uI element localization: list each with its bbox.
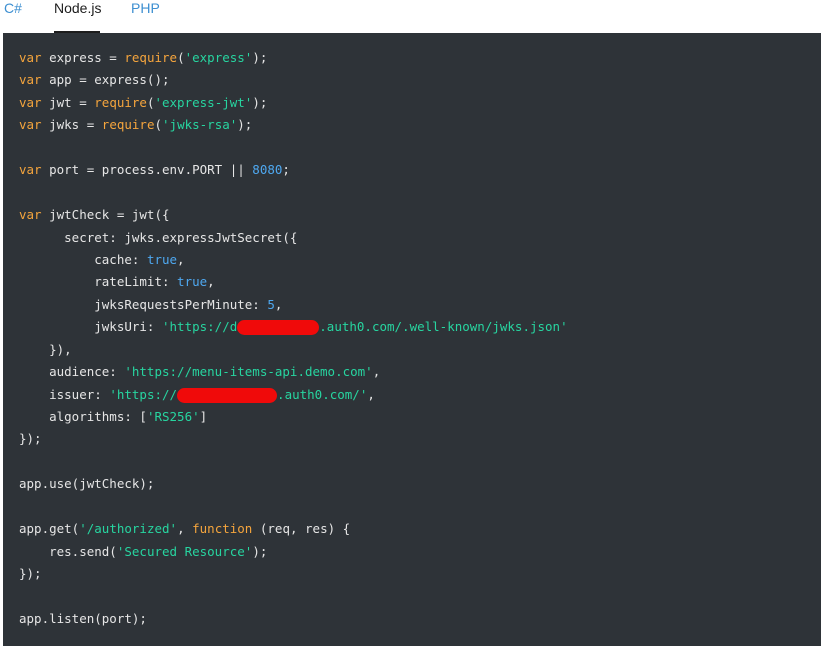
code-line: algorithms: ['RS256'] (19, 409, 208, 424)
tab-nodejs[interactable]: Node.js (54, 0, 101, 33)
tab-csharp[interactable]: C# (4, 0, 22, 33)
code-line: app.get('/authorized', function (req, re… (19, 521, 351, 537)
code-line: app.use(jwtCheck); (19, 476, 155, 492)
tab-php[interactable]: PHP (131, 0, 160, 33)
redaction-mark (237, 320, 320, 336)
code-line: jwksUri: 'https://d .auth0.com/.well-know… (19, 319, 568, 336)
code-line: var app = express(); (19, 72, 170, 88)
code-line: issuer: 'https://.auth0.com/', (19, 386, 375, 403)
code-line: audience: 'https://menu-items-api.demo.c… (19, 364, 381, 380)
redaction-mark (177, 387, 278, 403)
code-line: }); (19, 566, 42, 582)
code-content: var express = require('express'); var ap… (19, 47, 568, 630)
code-block[interactable]: var express = require('express'); var ap… (3, 33, 821, 646)
code-line: var jwks = require('jwks-rsa'); (19, 117, 253, 133)
code-line: }), (19, 341, 72, 357)
code-line: }); (19, 431, 42, 447)
code-line: jwksRequestsPerMinute: 5, (19, 296, 283, 312)
code-line: var port = process.env.PORT || 8080; (19, 162, 290, 178)
code-line: var jwt = require('express-jwt'); (19, 94, 268, 110)
code-line: rateLimit: true, (19, 274, 215, 290)
code-line: res.send('Secured Resource'); (19, 543, 268, 559)
code-line: var jwtCheck = jwt({ (19, 207, 170, 223)
language-tabs: C# Node.js PHP (0, 0, 825, 33)
code-line: secret: jwks.expressJwtSecret({ (19, 229, 298, 245)
code-line: var express = require('express'); (19, 50, 268, 65)
code-line: app.listen(port); (19, 610, 147, 626)
code-line: cache: true, (19, 251, 185, 267)
